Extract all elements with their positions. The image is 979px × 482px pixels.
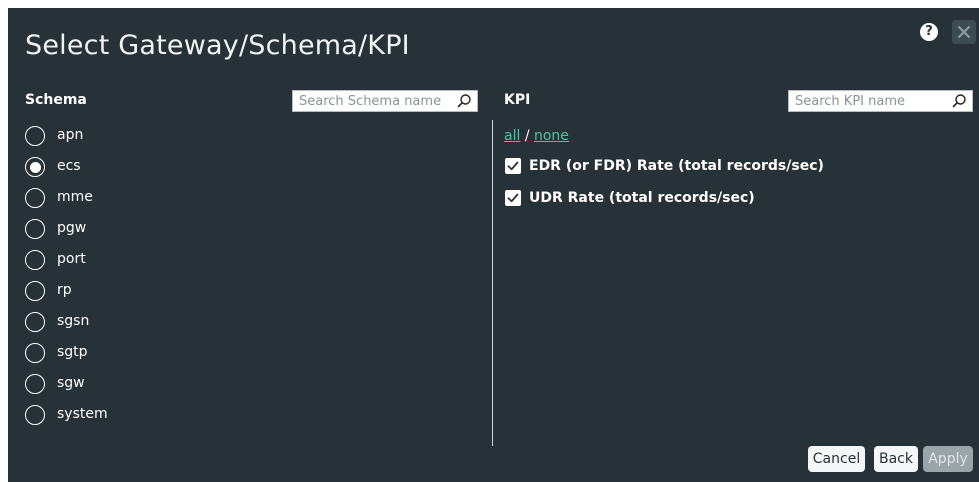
schema-option-label: sgsn bbox=[57, 313, 90, 329]
search-icon[interactable] bbox=[456, 93, 472, 109]
schema-option-label: ecs bbox=[57, 158, 81, 174]
schema-option-label: port bbox=[57, 251, 86, 267]
radio-button[interactable] bbox=[25, 374, 45, 394]
kpi-item-label: EDR (or FDR) Rate (total records/sec) bbox=[529, 158, 824, 174]
schema-option-label: system bbox=[57, 406, 108, 422]
kpi-search-box bbox=[788, 90, 973, 112]
kpi-heading: KPI bbox=[504, 92, 531, 108]
schema-option-sgsn[interactable]: sgsn bbox=[25, 312, 225, 334]
kpi-item-label: UDR Rate (total records/sec) bbox=[529, 190, 755, 206]
select-all-none: all / none bbox=[504, 128, 569, 144]
schema-heading: Schema bbox=[25, 92, 87, 108]
help-icon[interactable]: ? bbox=[920, 23, 938, 41]
schema-option-pgw[interactable]: pgw bbox=[25, 219, 225, 241]
radio-button-selected[interactable] bbox=[25, 157, 45, 177]
select-all-link[interactable]: all bbox=[504, 128, 520, 144]
schema-option-label: sgw bbox=[57, 375, 85, 391]
kpi-checkbox[interactable] bbox=[505, 190, 521, 206]
schema-option-label: mme bbox=[57, 189, 93, 205]
schema-option-apn[interactable]: apn bbox=[25, 126, 225, 148]
back-button[interactable]: Back bbox=[874, 446, 918, 472]
select-none-link[interactable]: none bbox=[534, 128, 569, 144]
schema-option-sgtp[interactable]: sgtp bbox=[25, 343, 225, 365]
radio-button[interactable] bbox=[25, 405, 45, 425]
schema-option-label: rp bbox=[57, 282, 72, 298]
radio-button[interactable] bbox=[25, 343, 45, 363]
cancel-button[interactable]: Cancel bbox=[808, 446, 865, 472]
dialog-title: Select Gateway/Schema/KPI bbox=[25, 30, 410, 61]
schema-option-mme[interactable]: mme bbox=[25, 188, 225, 210]
radio-button[interactable] bbox=[25, 250, 45, 270]
kpi-checkbox[interactable] bbox=[505, 158, 521, 174]
radio-button[interactable] bbox=[25, 312, 45, 332]
checkmark-icon bbox=[507, 161, 519, 171]
all-none-separator: / bbox=[524, 128, 530, 144]
radio-button[interactable] bbox=[25, 126, 45, 146]
schema-option-port[interactable]: port bbox=[25, 250, 225, 272]
schema-search-box bbox=[292, 90, 478, 112]
schema-option-system[interactable]: system bbox=[25, 405, 225, 427]
close-icon[interactable] bbox=[952, 20, 976, 44]
schema-option-ecs[interactable]: ecs bbox=[25, 157, 225, 179]
radio-button[interactable] bbox=[25, 281, 45, 301]
radio-button[interactable] bbox=[25, 188, 45, 208]
schema-option-label: apn bbox=[57, 127, 84, 143]
kpi-search-input[interactable] bbox=[789, 91, 956, 111]
schema-option-label: pgw bbox=[57, 220, 87, 236]
column-divider bbox=[492, 120, 493, 446]
schema-option-sgw[interactable]: sgw bbox=[25, 374, 225, 396]
select-kpi-dialog: Select Gateway/Schema/KPI ? Schema apn e… bbox=[8, 8, 979, 482]
schema-search-input[interactable] bbox=[293, 91, 461, 111]
apply-button[interactable]: Apply bbox=[923, 446, 973, 472]
checkmark-icon bbox=[507, 193, 519, 203]
search-icon[interactable] bbox=[951, 93, 967, 109]
radio-button[interactable] bbox=[25, 219, 45, 239]
schema-option-label: sgtp bbox=[57, 344, 88, 360]
schema-option-rp[interactable]: rp bbox=[25, 281, 225, 303]
